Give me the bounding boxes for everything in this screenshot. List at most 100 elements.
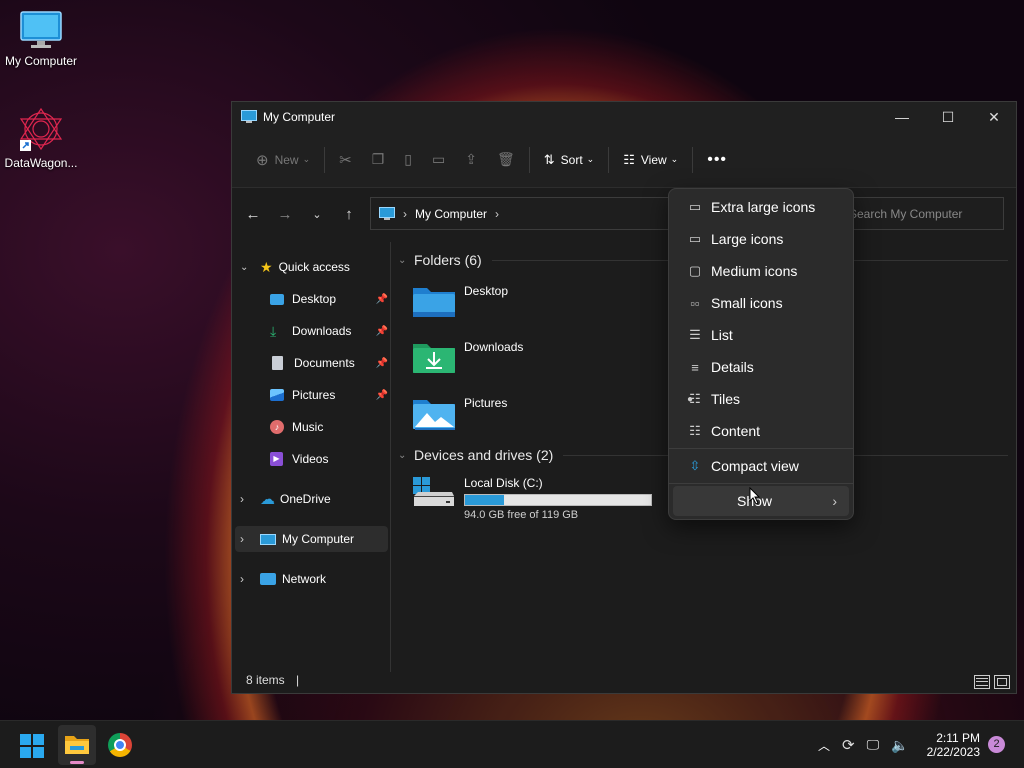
- taskbar: ︿ ⟳ 🖵 🔈 2:11 PM 2/22/2023 2: [0, 720, 1024, 768]
- start-button[interactable]: [20, 734, 44, 758]
- drive-tile-local-disk[interactable]: Local Disk (C:) 94.0 GB free of 119 GB: [412, 476, 652, 521]
- toolbar-separator: [608, 146, 610, 173]
- sort-icon: ⇅: [543, 151, 555, 167]
- details-view-icon: [976, 681, 988, 683]
- breadcrumb-my-computer[interactable]: My Computer: [415, 207, 487, 221]
- sort-button-label: Sort: [560, 152, 583, 167]
- sync-icon[interactable]: ⟳: [842, 736, 855, 754]
- arrow-left-icon: ←: [245, 205, 261, 223]
- sidebar-item-label: Desktop: [292, 292, 337, 306]
- toolbar-separator: [528, 146, 530, 173]
- folder-tile-pictures[interactable]: Pictures: [412, 396, 507, 430]
- volume-icon[interactable]: 🔈: [891, 737, 908, 754]
- taskbar-chrome[interactable]: [108, 733, 132, 757]
- desktop-icon-datawagon[interactable]: DataWagon...: [0, 106, 82, 170]
- status-separator: |: [296, 673, 300, 687]
- windows-logo-icon: [20, 747, 31, 758]
- file-explorer-icon: [65, 736, 89, 754]
- network-monitor-icon[interactable]: 🖵: [867, 737, 880, 753]
- paste-button[interactable]: ▯: [394, 143, 422, 177]
- sidebar-item-quick-access[interactable]: ⌄ ★ Quick access: [240, 254, 388, 280]
- picture-icon: [270, 389, 284, 401]
- menu-item-label: Compact view: [711, 458, 799, 474]
- sidebar-item-network[interactable]: › Network: [240, 566, 388, 592]
- menu-item-medium-icons[interactable]: ▢ Medium icons: [673, 256, 849, 286]
- desktop-icon-my-computer[interactable]: My Computer: [0, 10, 82, 68]
- windows-logo-icon: [20, 734, 31, 745]
- sidebar-item-my-computer[interactable]: › My Computer: [235, 526, 388, 552]
- music-icon: ♪: [270, 420, 284, 434]
- sidebar-item-music[interactable]: ♪ Music: [270, 414, 388, 440]
- menu-item-details[interactable]: ≡ Details: [673, 352, 849, 382]
- menu-item-tiles[interactable]: ● ☷ Tiles: [673, 384, 849, 414]
- menu-item-list[interactable]: ☰ List: [673, 320, 849, 350]
- hard-drive-icon: [413, 477, 454, 506]
- tiles-view-icon: ☷: [689, 391, 701, 406]
- show-hidden-icons-button[interactable]: ︿: [818, 737, 830, 754]
- large-icons-view-button[interactable]: [994, 675, 1010, 689]
- chevron-down-icon: ⌄: [670, 154, 679, 164]
- recent-locations-button[interactable]: ⌄: [301, 208, 333, 221]
- chevron-down-icon: ⌄: [398, 254, 407, 266]
- sidebar-item-label: My Computer: [282, 532, 355, 546]
- clipboard-icon: ▯: [404, 151, 412, 167]
- new-button-label: New: [274, 152, 299, 167]
- taskbar-file-explorer[interactable]: [58, 725, 96, 765]
- menu-item-content[interactable]: ☷ Content: [673, 416, 849, 446]
- sort-button[interactable]: ⇅ Sort ⌄: [534, 143, 604, 177]
- cut-button[interactable]: ✂: [329, 143, 362, 177]
- sidebar-item-label: Downloads: [292, 324, 352, 338]
- maximize-button[interactable]: ☐: [925, 102, 971, 132]
- sidebar-item-onedrive[interactable]: › ☁ OneDrive: [240, 486, 388, 512]
- list-view-icon: ☰: [689, 327, 701, 342]
- menu-item-label: Extra large icons: [711, 199, 816, 215]
- sidebar-item-videos[interactable]: ▶ Videos: [270, 446, 388, 472]
- sidebar-item-downloads[interactable]: ⤓ Downloads 📌: [270, 318, 388, 344]
- chevron-right-icon: ›: [495, 206, 500, 221]
- menu-item-compact-view[interactable]: ⇳ Compact view: [673, 451, 849, 481]
- drive-free-text: 94.0 GB free of 119 GB: [464, 509, 579, 521]
- file-explorer-window: My Computer — ☐ ✕ ⊕ New ⌄ ✂ ❐ ▯ ▭ ⇪ 🗑 ⇅ …: [231, 101, 1017, 694]
- desktop-folder-icon: [413, 288, 455, 317]
- chevron-down-icon: ⌄: [398, 449, 407, 461]
- close-button[interactable]: ✕: [971, 102, 1017, 132]
- minimize-button[interactable]: —: [879, 102, 925, 132]
- group-header-label: Folders (6): [414, 252, 482, 268]
- clock[interactable]: 2:11 PM 2/22/2023: [922, 721, 980, 768]
- window-title: My Computer: [263, 110, 336, 124]
- drive-usage-fill: [465, 495, 505, 505]
- menu-item-extra-large-icons[interactable]: ▭ Extra large icons: [673, 192, 849, 222]
- forward-button[interactable]: →: [269, 206, 301, 223]
- address-bar[interactable]: › My Computer ›: [370, 197, 670, 230]
- pictures-folder-icon: [413, 400, 455, 430]
- menu-item-show[interactable]: Show ›: [673, 486, 849, 516]
- menu-item-large-icons[interactable]: ▭ Large icons: [673, 224, 849, 254]
- group-header-label: Devices and drives (2): [414, 447, 554, 463]
- up-button[interactable]: ↑: [333, 206, 365, 223]
- notification-badge[interactable]: 2: [988, 736, 1005, 753]
- details-view-button[interactable]: [974, 675, 990, 689]
- active-app-indicator: [70, 761, 84, 764]
- menu-item-small-icons[interactable]: ▫▫ Small icons: [673, 288, 849, 318]
- new-button[interactable]: ⊕ New ⌄: [246, 143, 320, 177]
- command-bar: ⊕ New ⌄ ✂ ❐ ▯ ▭ ⇪ 🗑 ⇅ Sort ⌄ ☷ View ⌄ ••…: [232, 132, 1016, 188]
- copy-button[interactable]: ❐: [362, 143, 395, 177]
- share-button[interactable]: ⇪: [455, 143, 487, 177]
- folder-name: Downloads: [464, 340, 524, 354]
- folder-tile-desktop[interactable]: Desktop: [412, 284, 508, 318]
- pin-icon: 📌: [375, 389, 388, 401]
- download-arrow-icon: ⤓: [270, 322, 277, 339]
- rename-button[interactable]: ▭: [422, 143, 455, 177]
- chevron-down-icon: ⌄: [302, 154, 311, 164]
- folder-tile-downloads[interactable]: Downloads: [412, 340, 523, 374]
- folder-name: Pictures: [464, 396, 508, 410]
- delete-button[interactable]: 🗑: [487, 143, 525, 177]
- sidebar-item-desktop[interactable]: Desktop 📌: [270, 286, 388, 312]
- see-more-button[interactable]: •••: [697, 143, 737, 177]
- view-button[interactable]: ☷ View ⌄: [613, 143, 688, 177]
- search-input[interactable]: Search My Computer: [840, 197, 1004, 230]
- rename-icon: ▭: [432, 151, 446, 167]
- sidebar-item-documents[interactable]: Documents 📌: [270, 350, 388, 376]
- back-button[interactable]: ←: [237, 206, 269, 223]
- sidebar-item-pictures[interactable]: Pictures 📌: [270, 382, 388, 408]
